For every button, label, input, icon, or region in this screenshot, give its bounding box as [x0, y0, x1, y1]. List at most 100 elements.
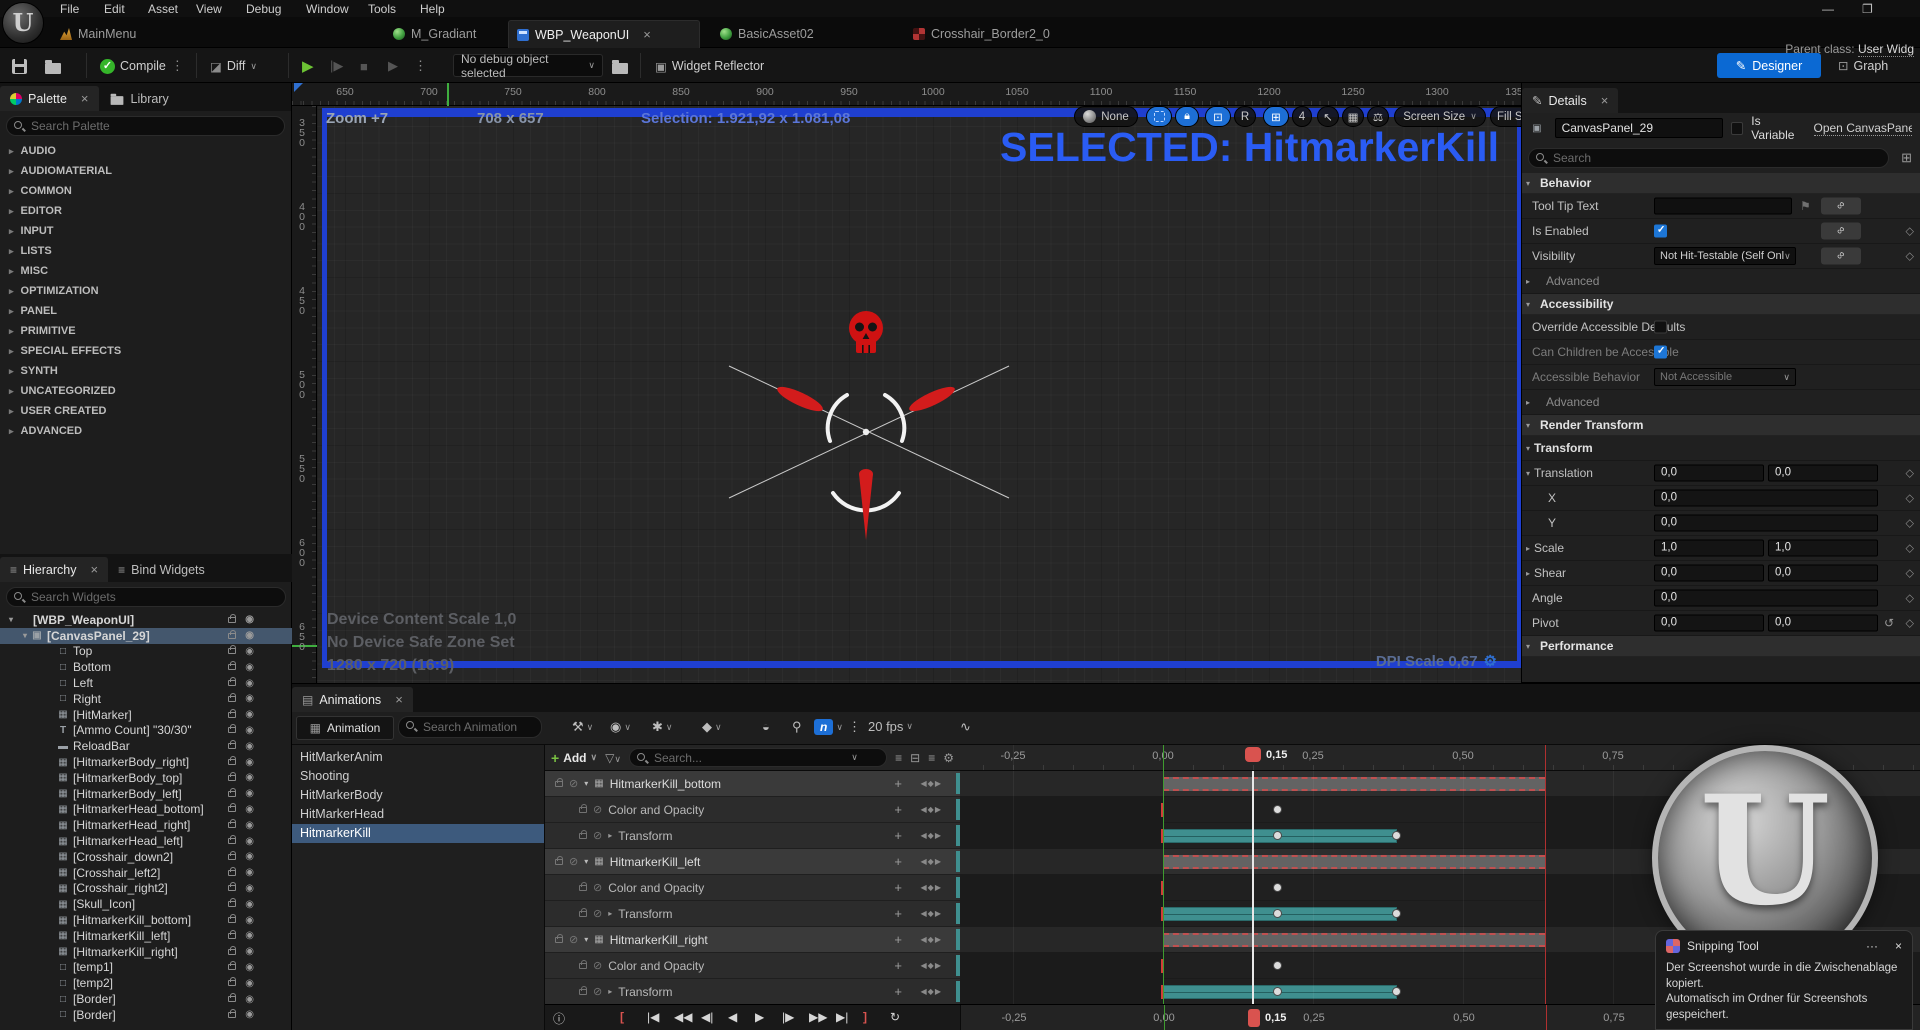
- hierarchy-item[interactable]: ▾ [CanvasPanel_29] ◉: [0, 628, 292, 644]
- lock-icon[interactable]: [579, 807, 587, 813]
- track-row[interactable]: ⊘ ▾ ▸ HitmarkerKill_bottom + ◀◆▶: [545, 771, 960, 797]
- widget-reflector-button[interactable]: ▣ Widget Reflector: [655, 54, 764, 78]
- hierarchy-item[interactable]: [HitmarkerKill_bottom] ◉: [0, 912, 292, 928]
- track-row[interactable]: ⊘ ▾ ▸ Color and Opacity + ◀◆▶: [545, 953, 960, 979]
- respect-locks-toggle[interactable]: R: [1234, 106, 1256, 127]
- value-field-y[interactable]: 0,0: [1768, 615, 1878, 632]
- parent-class-link[interactable]: User Widg: [1858, 42, 1914, 57]
- tab-m-gradiant[interactable]: M_Gradiant: [385, 20, 484, 48]
- keyframe-nav-icons[interactable]: ◀◆▶: [921, 883, 942, 892]
- lock-icon[interactable]: [555, 781, 563, 787]
- transport-icon[interactable]: ◀◀: [674, 1010, 692, 1024]
- group-range-bar[interactable]: [1163, 933, 1545, 947]
- add-key-icon[interactable]: +: [894, 880, 902, 895]
- visibility-eye-icon[interactable]: ◉: [245, 1009, 254, 1020]
- expander-icon[interactable]: ▸: [9, 386, 14, 397]
- fps-dropdown[interactable]: 20 fps∨: [868, 719, 913, 734]
- palette-category[interactable]: ▸ EDITOR: [0, 201, 291, 221]
- lock-icon[interactable]: [228, 1012, 236, 1018]
- track-row[interactable]: ⊘ ▾ ▸ Color and Opacity + ◀◆▶: [545, 875, 960, 901]
- keyframe-diamond-icon[interactable]: ◇: [1906, 542, 1914, 555]
- track-search[interactable]: ∨: [629, 748, 887, 767]
- playback-end-marker[interactable]: [1545, 745, 1546, 771]
- expander-icon[interactable]: ▸: [9, 346, 14, 357]
- lock-icon[interactable]: [228, 775, 236, 781]
- gear-icon[interactable]: ⚙: [1484, 652, 1497, 670]
- lock-icon[interactable]: [228, 696, 236, 702]
- palette-category[interactable]: ▸ PRIMITIVE: [0, 321, 291, 341]
- expander-icon[interactable]: ▸: [9, 206, 14, 217]
- hierarchy-item[interactable]: [Border] ◉: [0, 991, 292, 1007]
- keyframe-circle[interactable]: [1273, 961, 1282, 970]
- value-field-x[interactable]: 0,0: [1654, 590, 1878, 607]
- lock-icon[interactable]: [228, 870, 236, 876]
- transport-icon[interactable]: ◀|: [701, 1010, 713, 1024]
- animation-list-item[interactable]: Shooting: [292, 767, 544, 786]
- hierarchy-item[interactable]: [temp2] ◉: [0, 975, 292, 991]
- property-checkbox[interactable]: [1654, 225, 1667, 238]
- lock-icon[interactable]: [579, 963, 587, 969]
- menu-debug[interactable]: Debug: [246, 2, 281, 16]
- browse-debug-button[interactable]: [612, 54, 628, 78]
- palette-category[interactable]: ▸ PANEL: [0, 301, 291, 321]
- keyframe-diamond-icon[interactable]: ◇: [1906, 467, 1914, 480]
- expander-icon[interactable]: ▾: [584, 935, 588, 944]
- expander-icon[interactable]: ▸: [9, 246, 14, 257]
- keyframe-circle[interactable]: [1392, 831, 1401, 840]
- add-key-icon[interactable]: +: [894, 906, 902, 921]
- track-settings-gear-icon[interactable]: ⚙: [943, 751, 954, 765]
- value-field-y[interactable]: 1,0: [1768, 540, 1878, 557]
- menu-file[interactable]: File: [60, 2, 79, 16]
- lock-icon[interactable]: [228, 854, 236, 860]
- keyframe-diamond-icon[interactable]: ◇: [1906, 225, 1914, 238]
- lock-icon[interactable]: [228, 648, 236, 654]
- hierarchy-item[interactable]: Top ◉: [0, 644, 292, 660]
- snap-options-icon[interactable]: ⋮: [848, 719, 861, 735]
- close-tab-icon[interactable]: ×: [643, 27, 651, 42]
- hierarchy-item[interactable]: [Crosshair_left2] ◉: [0, 865, 292, 881]
- playback-start-marker[interactable]: [1163, 745, 1164, 771]
- stop-button[interactable]: ■: [360, 54, 368, 78]
- visibility-eye-icon[interactable]: ◉: [245, 662, 254, 673]
- keyframe-nav-icons[interactable]: ◀◆▶: [921, 831, 942, 840]
- window-maximize-button[interactable]: ❐: [1862, 2, 1873, 16]
- keyframe-diamond-icon[interactable]: ◇: [1906, 250, 1914, 263]
- keyframe-nav-icons[interactable]: ◀◆▶: [921, 805, 942, 814]
- fill-icon[interactable]: ◒: [762, 719, 770, 734]
- transport-icon[interactable]: ▶▶: [809, 1010, 827, 1024]
- close-tab-icon[interactable]: ×: [395, 692, 403, 707]
- collapse-view-icon[interactable]: ⊟: [910, 751, 920, 765]
- mute-icon[interactable]: ⊘: [569, 777, 578, 790]
- value-field-y[interactable]: 0,0: [1768, 565, 1878, 582]
- keyframe-diamond-icon[interactable]: ◇: [1906, 617, 1914, 630]
- lock-icon[interactable]: [228, 822, 236, 828]
- expander-icon[interactable]: ▾: [1522, 444, 1534, 453]
- add-key-icon[interactable]: +: [894, 828, 902, 843]
- group-range-bar[interactable]: [1163, 777, 1545, 791]
- keyframe-nav-icons[interactable]: ◀◆▶: [921, 987, 942, 996]
- lock-toggle[interactable]: 🔒︎: [1175, 106, 1199, 127]
- expander-icon[interactable]: ▸: [9, 266, 14, 277]
- overview-playhead-marker[interactable]: [1248, 1009, 1260, 1027]
- bind-link-button[interactable]: ∞: [1821, 198, 1861, 215]
- diff-button[interactable]: ◪ Diff∨: [210, 54, 257, 78]
- hierarchy-item[interactable]: [HitMarker] ◉: [0, 707, 292, 723]
- mute-icon[interactable]: ⊘: [593, 881, 602, 894]
- palette-category[interactable]: ▸ LISTS: [0, 241, 291, 261]
- lock-icon[interactable]: [555, 937, 563, 943]
- property-checkbox[interactable]: [1654, 346, 1667, 359]
- group-range-bar[interactable]: [1163, 855, 1545, 869]
- expander-icon[interactable]: ▸: [9, 226, 14, 237]
- expander-icon[interactable]: ▸: [1522, 277, 1534, 286]
- mute-icon[interactable]: ⊘: [593, 829, 602, 842]
- compile-button[interactable]: ✓ Compile ⋮: [100, 54, 185, 78]
- visibility-eye-icon[interactable]: ◉: [245, 994, 254, 1005]
- expander-icon[interactable]: ▾: [20, 631, 30, 640]
- animation-search[interactable]: [398, 716, 542, 738]
- lock-icon[interactable]: [228, 980, 236, 986]
- hierarchy-item[interactable]: [HitmarkerHead_right] ◉: [0, 817, 292, 833]
- tab-wbp-weaponui[interactable]: WBP_WeaponUI ×: [508, 20, 700, 48]
- expander-icon[interactable]: ▸: [9, 186, 14, 197]
- mute-icon[interactable]: ⊘: [593, 803, 602, 816]
- visibility-eye-icon[interactable]: ◉: [245, 693, 254, 704]
